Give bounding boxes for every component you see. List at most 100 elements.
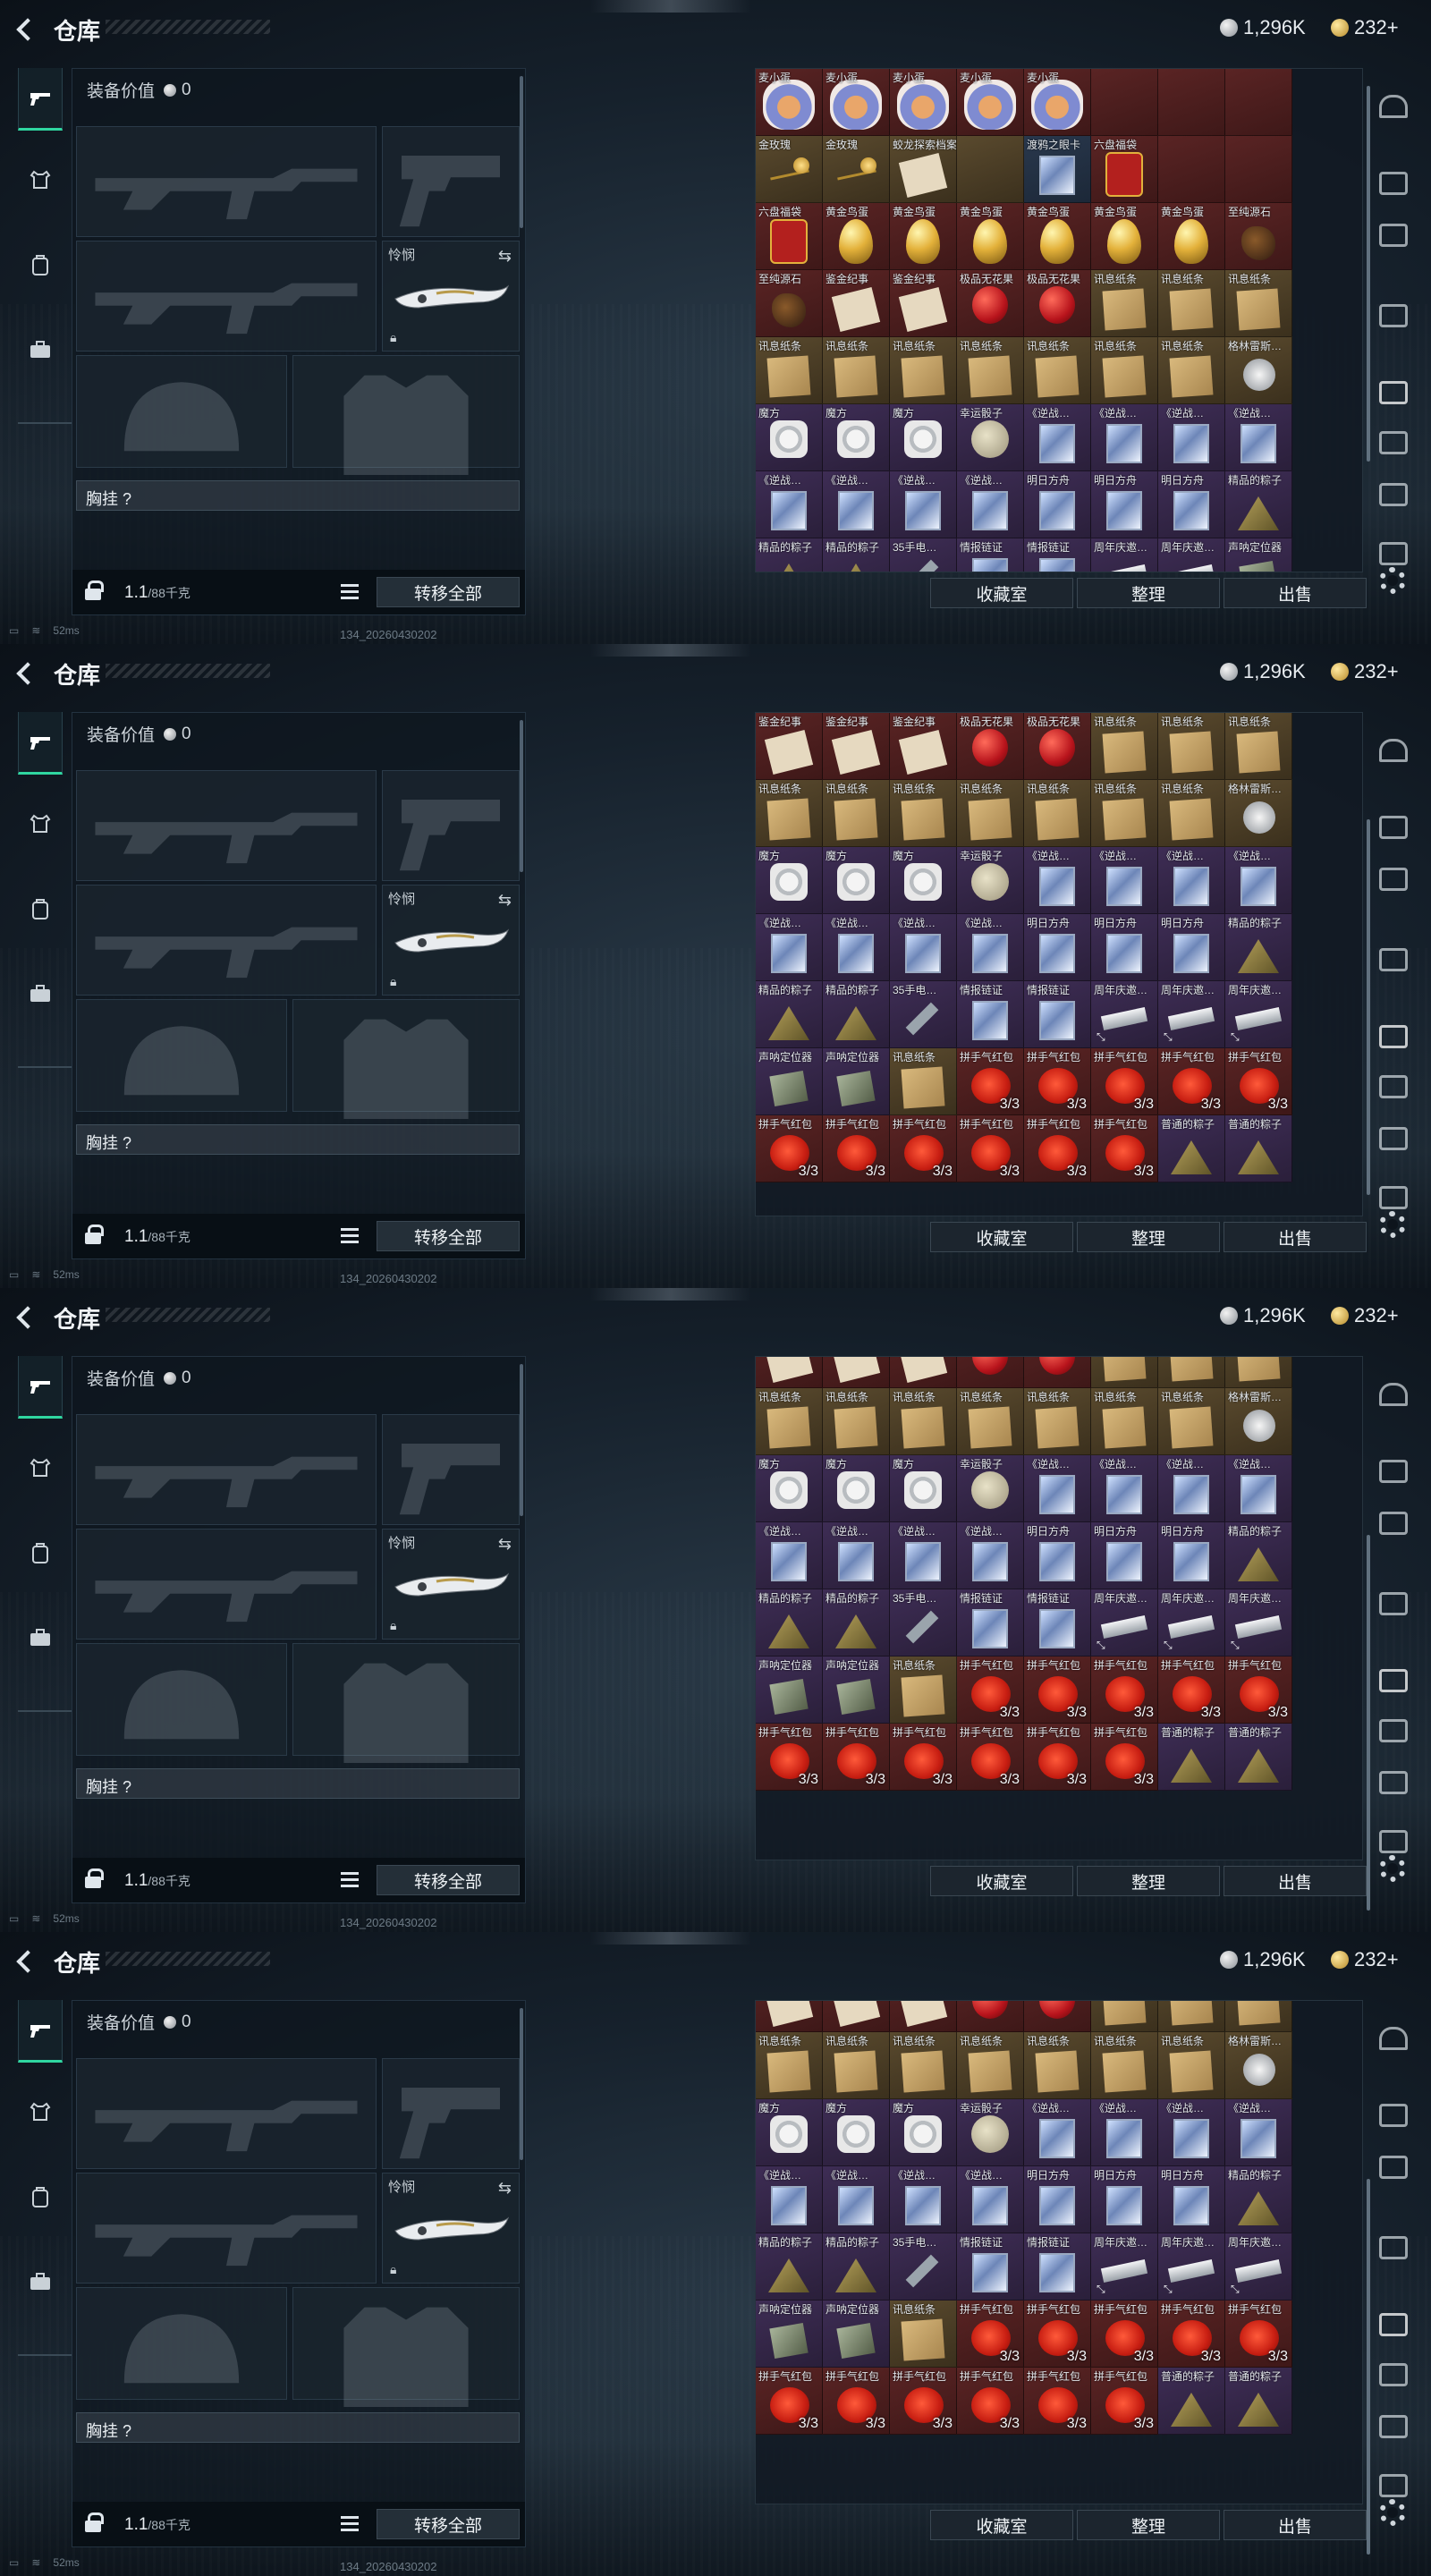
inventory-item[interactable]: 拼手气红包 3/3 (1158, 1657, 1225, 1724)
shelter-icon[interactable] (1374, 732, 1410, 767)
inventory-item[interactable] (1158, 69, 1225, 136)
tab-equipment[interactable] (18, 2080, 63, 2143)
inventory-item[interactable]: 明日方舟 (1158, 914, 1225, 981)
inventory-item[interactable]: 《逆战… (1091, 847, 1158, 914)
inventory-item[interactable]: 拼手气红包 3/3 (1024, 1115, 1091, 1182)
inventory-item[interactable]: 拼手气红包 3/3 (1158, 2301, 1225, 2368)
inventory-item[interactable]: 讯息纸条 (957, 780, 1024, 847)
lock-icon[interactable] (85, 1224, 104, 1244)
inventory-item[interactable]: 讯息纸条 (756, 337, 823, 404)
collection-room-button[interactable]: 收藏室 (930, 578, 1073, 608)
inventory-item[interactable]: 鉴金纪事 (890, 270, 957, 337)
slot-pistol[interactable] (382, 2058, 520, 2169)
inventory-item[interactable]: 声呐定位器 (756, 2301, 823, 2368)
inventory-item[interactable]: 精品的粽子 (756, 1589, 823, 1657)
inventory-item[interactable]: 极品无花果 (957, 713, 1024, 780)
slot-pistol[interactable] (382, 1414, 520, 1525)
chest-rig-slot[interactable]: 胸挂 ? (76, 1768, 520, 1799)
slot-body-armor[interactable] (292, 1643, 520, 1763)
inventory-item[interactable]: 情报链证 (957, 1589, 1024, 1657)
swap-icon[interactable]: ⇆ (498, 1535, 512, 1554)
inventory-item[interactable]: 周年庆邀… ⤡ (1158, 1589, 1225, 1657)
settings-gear-icon[interactable] (1379, 1211, 1406, 1238)
back-button[interactable] (11, 13, 43, 45)
settings-gear-icon[interactable] (1379, 2499, 1406, 2526)
inventory-item[interactable]: 拼手气红包 3/3 (957, 2368, 1024, 2435)
gti-icon[interactable] (1374, 216, 1410, 252)
tab-weapon[interactable] (18, 712, 63, 775)
inventory-item[interactable]: 讯息纸条 (1158, 713, 1225, 780)
inventory-item[interactable]: 幸运骰子 (957, 2099, 1024, 2166)
slot-body-armor[interactable] (292, 355, 520, 475)
inventory-item[interactable]: 周年庆邀… ⤡ (1158, 2233, 1225, 2301)
iv-icon[interactable] (1374, 476, 1410, 512)
inventory-item[interactable]: 拼手气红包 3/3 (823, 2368, 890, 2435)
inventory-item[interactable]: 讯息纸条 (890, 2301, 957, 2368)
inventory-item[interactable]: 拼手气红包 3/3 (1225, 2301, 1292, 2368)
inventory-item[interactable]: 《逆战… (823, 914, 890, 981)
inventory-item[interactable]: 拼手气红包 3/3 (1024, 1048, 1091, 1115)
image-icon[interactable] (1374, 535, 1410, 571)
image-icon[interactable] (1374, 2467, 1410, 2503)
inventory-item[interactable]: 拼手气红包 3/3 (1024, 1657, 1091, 1724)
inventory-item[interactable]: 35手电… (890, 981, 957, 1048)
inventory-item[interactable]: 《逆战… (756, 471, 823, 538)
inventory-item[interactable]: 魔方 (823, 2099, 890, 2166)
inventory-item[interactable]: 声呐定位器 (823, 2301, 890, 2368)
inventory-item[interactable]: 《逆战… (1091, 404, 1158, 471)
inventory-item[interactable]: 拼手气红包 3/3 (756, 2368, 823, 2435)
tab-weapon[interactable] (18, 2000, 63, 2063)
inventory-item[interactable]: 讯息纸条 (823, 2032, 890, 2099)
warehouse-scrollbar[interactable] (1367, 2179, 1370, 2555)
sort-button[interactable]: 整理 (1077, 2510, 1220, 2540)
inventory-item[interactable]: 拼手气红包 3/3 (1091, 1657, 1158, 1724)
slot-primary-weapon[interactable] (76, 126, 377, 237)
inventory-item[interactable]: 《逆战… (1158, 847, 1225, 914)
inventory-item[interactable]: 麦小蛋 (823, 69, 890, 136)
inventory-item[interactable]: 《逆战… (1158, 404, 1225, 471)
inventory-item[interactable]: 周年庆邀… (1091, 538, 1158, 572)
inventory-item[interactable]: 拼手气红包 3/3 (1024, 2368, 1091, 2435)
inventory-item[interactable]: 麦小蛋 (1024, 69, 1091, 136)
inventory-item[interactable]: 讯息纸条 (1091, 780, 1158, 847)
tab-weapon[interactable] (18, 68, 63, 131)
inventory-item[interactable]: 《逆战… (1158, 2099, 1225, 2166)
inventory-item[interactable]: 黄金鸟蛋 (1091, 203, 1158, 270)
inventory-item[interactable] (1225, 69, 1292, 136)
inventory-item[interactable]: 周年庆邀… ⤡ (1225, 1589, 1292, 1657)
inventory-item[interactable]: 拼手气红包 3/3 (957, 2301, 1024, 2368)
inventory-item[interactable]: 拼手气红包 3/3 (890, 1724, 957, 1791)
inventory-item[interactable]: 拼手气红包 3/3 (1024, 2301, 1091, 2368)
iv-icon[interactable] (1374, 2306, 1410, 2342)
slot-helmet[interactable] (76, 355, 287, 468)
list-icon[interactable] (341, 584, 359, 600)
inventory-item[interactable]: 《逆战… (756, 1522, 823, 1589)
inventory-item[interactable]: 周年庆邀… ⤡ (1158, 981, 1225, 1048)
inventory-item[interactable]: 讯息纸条 (890, 1657, 957, 1724)
inventory-item[interactable]: 普通的粽子 (1158, 1115, 1225, 1182)
iv-icon[interactable] (1374, 1764, 1410, 1800)
tab-equipment[interactable] (18, 792, 63, 855)
inventory-item[interactable]: 普通的粽子 (1225, 1724, 1292, 1791)
inventory-item[interactable]: 明日方舟 (1024, 2166, 1091, 2233)
inventory-item[interactable]: 极品无花果 (957, 270, 1024, 337)
inventory-item[interactable]: 鉴金纪事 (756, 713, 823, 780)
inventory-item[interactable]: 鉴金纪事 (823, 270, 890, 337)
list-icon[interactable] (341, 1872, 359, 1888)
inventory-item[interactable]: 《逆战… (1091, 1455, 1158, 1522)
inventory-item[interactable]: 讯息纸条 (1158, 2001, 1225, 2032)
inventory-item[interactable]: 拼手气红包 3/3 (1225, 1657, 1292, 1724)
inventory-item[interactable]: 鉴金纪事 (890, 2001, 957, 2032)
inventory-item[interactable]: 周年庆邀… ⤡ (1091, 1589, 1158, 1657)
warehouse-scrollbar[interactable] (1367, 819, 1370, 1195)
inventory-item[interactable]: 情报链证 (1024, 1589, 1091, 1657)
inventory-item[interactable]: 魔方 (756, 1455, 823, 1522)
inventory-item[interactable]: 讯息纸条 (890, 1048, 957, 1115)
inventory-item[interactable] (1225, 136, 1292, 203)
inventory-item[interactable]: 讯息纸条 (1091, 2001, 1158, 2032)
inventory-item[interactable]: 《逆战… (1024, 1455, 1091, 1522)
inventory-item[interactable]: 《逆战… (1225, 1455, 1292, 1522)
inventory-item[interactable]: 讯息纸条 (957, 2032, 1024, 2099)
inventory-item[interactable]: 《逆战… (1225, 404, 1292, 471)
gti-icon[interactable] (1374, 941, 1410, 977)
